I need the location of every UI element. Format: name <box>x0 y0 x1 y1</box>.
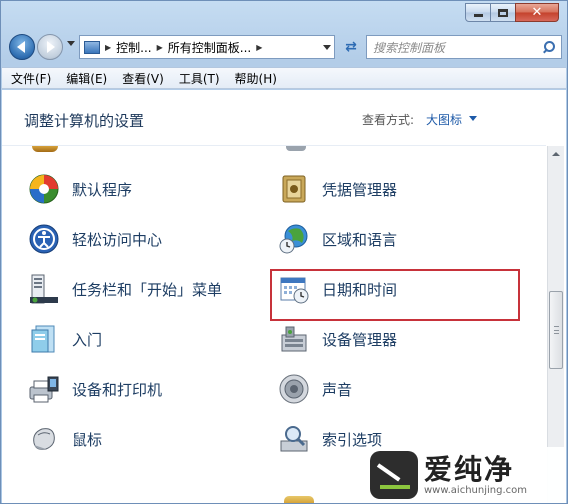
watermark: 爱纯净 www.aichunjing.com <box>366 447 566 503</box>
back-arrow-icon <box>17 41 25 53</box>
search-box[interactable]: 搜索控制面板 <box>366 35 562 59</box>
content-area: 调整计算机的设置 查看方式: 大图标 默认程序 凭据管理器 轻松访问中心 区域和… <box>2 90 566 503</box>
credential-manager-icon <box>278 173 310 205</box>
page-title: 调整计算机的设置 <box>24 112 145 130</box>
region-language-icon <box>278 223 310 255</box>
item-default-programs[interactable]: 默认程序 <box>28 171 132 207</box>
search-input[interactable]: 搜索控制面板 <box>367 39 541 56</box>
forward-button[interactable] <box>37 34 63 60</box>
partial-icon <box>284 496 314 503</box>
chevron-right-icon[interactable]: ▶ <box>157 43 163 52</box>
view-by-caret-icon[interactable] <box>469 116 477 121</box>
item-label: 设备和打印机 <box>72 380 163 399</box>
item-label: 入门 <box>72 330 103 349</box>
address-toolbar: ▶ 控制... ▶ 所有控制面板... ▶ ⇄ 搜索控制面板 <box>9 31 562 63</box>
breadcrumb-control-panel[interactable]: 控制... <box>116 39 151 56</box>
taskbar-icon <box>28 273 60 305</box>
grip-icon <box>554 326 559 334</box>
maximize-button[interactable] <box>490 3 516 22</box>
caption-buttons: ✕ <box>465 3 559 22</box>
scroll-thumb[interactable] <box>549 291 563 369</box>
watermark-url: www.aichunjing.com <box>424 484 527 496</box>
control-panel-icon <box>84 40 100 54</box>
chevron-right-icon[interactable]: ▶ <box>105 43 111 52</box>
menu-edit[interactable]: 编辑(E) <box>66 70 107 87</box>
forward-arrow-icon <box>47 41 55 53</box>
view-by-dropdown[interactable]: 大图标 <box>426 111 462 128</box>
menu-view[interactable]: 查看(V) <box>122 70 164 87</box>
item-device-manager[interactable]: 设备管理器 <box>278 321 397 357</box>
minimize-icon <box>473 14 483 17</box>
sound-icon <box>278 373 310 405</box>
back-button[interactable] <box>9 34 35 60</box>
menu-help[interactable]: 帮助(H) <box>235 70 277 87</box>
item-sound[interactable]: 声音 <box>278 371 352 407</box>
watermark-text: 爱纯净 www.aichunjing.com <box>424 452 527 496</box>
item-label: 鼠标 <box>72 430 103 449</box>
address-dropdown[interactable] <box>323 45 331 50</box>
menu-bar: 文件(F) 编辑(E) 查看(V) 工具(T) 帮助(H) <box>2 67 566 89</box>
search-icon[interactable] <box>541 40 555 54</box>
control-panel-window: ✕ ▶ 控制... ▶ 所有控制面板... ▶ ⇄ 搜索控制面板 文件(F) 编… <box>0 0 568 504</box>
watermark-brand: 爱纯净 <box>424 452 515 486</box>
getting-started-icon <box>28 323 60 355</box>
chevron-right-icon[interactable]: ▶ <box>256 43 262 52</box>
item-taskbar-start-menu[interactable]: 任务栏和「开始」菜单 <box>28 271 222 307</box>
highlight-box <box>270 269 520 321</box>
partial-icon <box>286 146 306 151</box>
menu-file[interactable]: 文件(F) <box>11 70 51 87</box>
ease-of-access-icon <box>28 223 60 255</box>
item-label: 任务栏和「开始」菜单 <box>72 280 223 299</box>
minimize-button[interactable] <box>465 3 491 22</box>
item-label: 默认程序 <box>72 180 133 199</box>
item-label: 声音 <box>322 380 353 399</box>
item-mouse[interactable]: 鼠标 <box>28 421 102 457</box>
default-programs-icon <box>28 173 60 205</box>
refresh-icon: ⇄ <box>345 39 357 55</box>
partial-icon <box>32 146 58 152</box>
item-label: 设备管理器 <box>322 330 398 349</box>
view-by-label: 查看方式: <box>362 113 415 127</box>
address-bar[interactable]: ▶ 控制... ▶ 所有控制面板... ▶ <box>79 35 335 59</box>
refresh-button[interactable]: ⇄ <box>339 35 363 59</box>
item-label: 凭据管理器 <box>322 180 398 199</box>
watermark-logo-icon <box>370 451 418 499</box>
mouse-icon <box>28 423 60 455</box>
item-label: 轻松访问中心 <box>72 230 163 249</box>
close-button[interactable]: ✕ <box>515 3 559 22</box>
menu-tools[interactable]: 工具(T) <box>179 70 220 87</box>
recent-pages-dropdown[interactable] <box>67 41 75 46</box>
indexing-options-icon <box>278 423 310 455</box>
item-region-language[interactable]: 区域和语言 <box>278 221 397 257</box>
devices-printers-icon <box>28 373 60 405</box>
scroll-up-icon[interactable] <box>552 152 560 156</box>
close-icon: ✕ <box>531 5 543 20</box>
item-ease-of-access[interactable]: 轻松访问中心 <box>28 221 162 257</box>
item-getting-started[interactable]: 入门 <box>28 321 102 357</box>
device-manager-icon <box>278 323 310 355</box>
breadcrumb-all-items[interactable]: 所有控制面板... <box>168 39 251 56</box>
item-label: 区域和语言 <box>322 230 398 249</box>
maximize-icon <box>498 8 508 17</box>
item-devices-printers[interactable]: 设备和打印机 <box>28 371 162 407</box>
item-credential-manager[interactable]: 凭据管理器 <box>278 171 397 207</box>
